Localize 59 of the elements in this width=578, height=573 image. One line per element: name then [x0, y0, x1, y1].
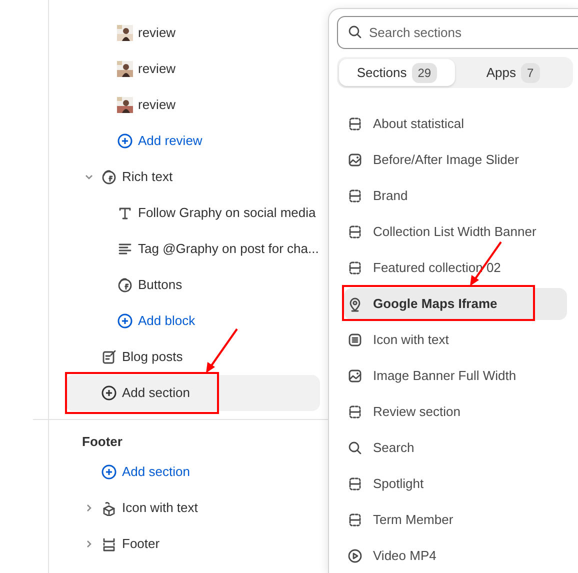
- play-icon: [347, 548, 363, 564]
- image-icon: [347, 152, 363, 168]
- section-icon: [347, 260, 363, 276]
- text-icon: [117, 205, 133, 221]
- count-badge: 29: [412, 62, 438, 82]
- tree-item[interactable]: review: [65, 87, 320, 123]
- section-option[interactable]: Review section: [344, 396, 567, 428]
- section-icon: [347, 404, 363, 420]
- tree-item[interactable]: Icon with text: [65, 490, 320, 526]
- paragraph-icon: [117, 241, 133, 257]
- tab[interactable]: Apps 7: [455, 59, 571, 86]
- tree-item[interactable]: Footer: [65, 526, 320, 562]
- section-option[interactable]: Image Banner Full Width: [344, 360, 567, 392]
- add-icon: [117, 133, 133, 149]
- section-option[interactable]: Google Maps Iframe: [344, 288, 567, 320]
- section-option[interactable]: Video MP4: [344, 540, 567, 572]
- footer-icon: [101, 536, 117, 552]
- arrow: [206, 328, 238, 373]
- add-icon: [117, 313, 133, 329]
- tree-item[interactable]: Rich text: [65, 159, 320, 195]
- add-icon: [101, 464, 117, 480]
- count-badge: 7: [520, 62, 540, 82]
- section-option[interactable]: Icon with text: [344, 324, 567, 356]
- tree-item[interactable]: Follow Graphy on social media: [65, 195, 320, 231]
- list-icon: [347, 332, 363, 348]
- section-option[interactable]: Spotlight: [344, 468, 567, 500]
- tree-item[interactable]: Buttons: [65, 267, 320, 303]
- section-option[interactable]: About statistical: [344, 108, 567, 140]
- section-option[interactable]: Brand: [344, 180, 567, 212]
- section-heading: Footer: [82, 433, 124, 451]
- add-link[interactable]: Add section: [65, 375, 320, 411]
- blog-icon: [101, 349, 117, 365]
- block-icon: [101, 169, 117, 185]
- location-icon: [347, 296, 363, 312]
- section-icon: [347, 476, 363, 492]
- tree-item[interactable]: review: [65, 51, 320, 87]
- add-link[interactable]: Add section: [65, 454, 320, 490]
- image-icon: [347, 368, 363, 384]
- search-icon: [347, 440, 363, 456]
- section-icon: [347, 224, 363, 240]
- section-icon: [347, 116, 363, 132]
- tree-item[interactable]: review: [65, 15, 320, 51]
- section-option[interactable]: Collection List Width Banner: [344, 216, 567, 248]
- section-option[interactable]: Term Member: [344, 504, 567, 536]
- section-icon: [347, 512, 363, 528]
- tab[interactable]: Sections 29: [339, 59, 455, 86]
- tree-item[interactable]: Tag @Graphy on post for cha...: [65, 231, 320, 267]
- add-icon: [101, 385, 117, 401]
- section-option[interactable]: Before/After Image Slider: [344, 144, 567, 176]
- tree-item[interactable]: Blog posts: [65, 339, 320, 375]
- section-option[interactable]: Featured collection 02: [344, 252, 567, 284]
- box-icon: [101, 500, 117, 516]
- search-icon: [347, 24, 363, 40]
- add-link[interactable]: Add block: [65, 303, 320, 339]
- section-option[interactable]: Search: [344, 432, 567, 464]
- add-link[interactable]: Add review: [65, 123, 320, 159]
- block-icon: [117, 277, 133, 293]
- section-icon: [347, 188, 363, 204]
- search-field[interactable]: Search sections: [337, 16, 578, 49]
